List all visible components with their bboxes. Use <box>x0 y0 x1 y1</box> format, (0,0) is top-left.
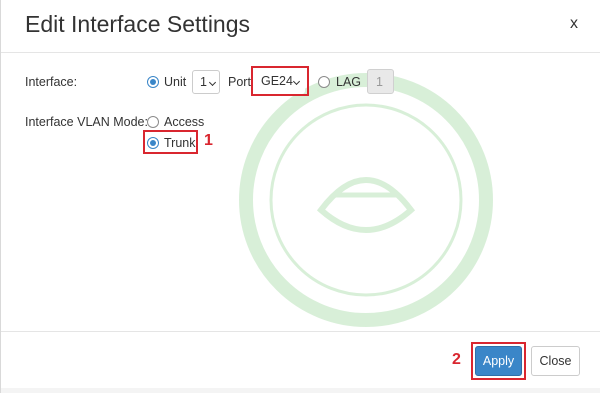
unit-select-value: 1 <box>200 75 207 89</box>
watermark-logo <box>239 73 493 327</box>
chevron-down-icon <box>292 77 301 86</box>
close-icon[interactable]: x <box>570 15 578 33</box>
vlan-mode-label: Interface VLAN Mode: <box>25 115 148 129</box>
unit-select[interactable]: 1 <box>192 70 220 94</box>
close-button[interactable]: Close <box>531 346 580 376</box>
lag-radio[interactable] <box>318 76 330 88</box>
trunk-radio[interactable] <box>147 137 159 149</box>
port-select[interactable]: GE24 <box>255 70 305 94</box>
apply-button[interactable]: Apply <box>475 346 522 376</box>
step-2-marker: 2 <box>452 351 461 368</box>
port-label: Port <box>228 75 251 89</box>
port-select-value: GE24 <box>261 74 293 88</box>
dialog-title: Edit Interface Settings <box>25 11 251 37</box>
background-page-strip <box>1 388 600 393</box>
unit-radio[interactable] <box>147 76 159 88</box>
footer-divider <box>1 331 600 332</box>
lag-input: 1 <box>367 69 394 94</box>
step-1-marker: 1 <box>204 132 213 149</box>
access-radio[interactable] <box>147 116 159 128</box>
trunk-label: Trunk <box>164 136 196 150</box>
lag-input-value: 1 <box>376 75 383 89</box>
chevron-down-icon <box>208 78 217 87</box>
edit-interface-dialog: Edit Interface Settings x Interface: Uni… <box>0 0 600 393</box>
dialog-header: Edit Interface Settings x <box>1 0 600 53</box>
interface-label: Interface: <box>25 75 78 89</box>
access-label: Access <box>164 115 205 129</box>
lag-label: LAG <box>336 75 362 89</box>
unit-label: Unit <box>164 75 187 89</box>
